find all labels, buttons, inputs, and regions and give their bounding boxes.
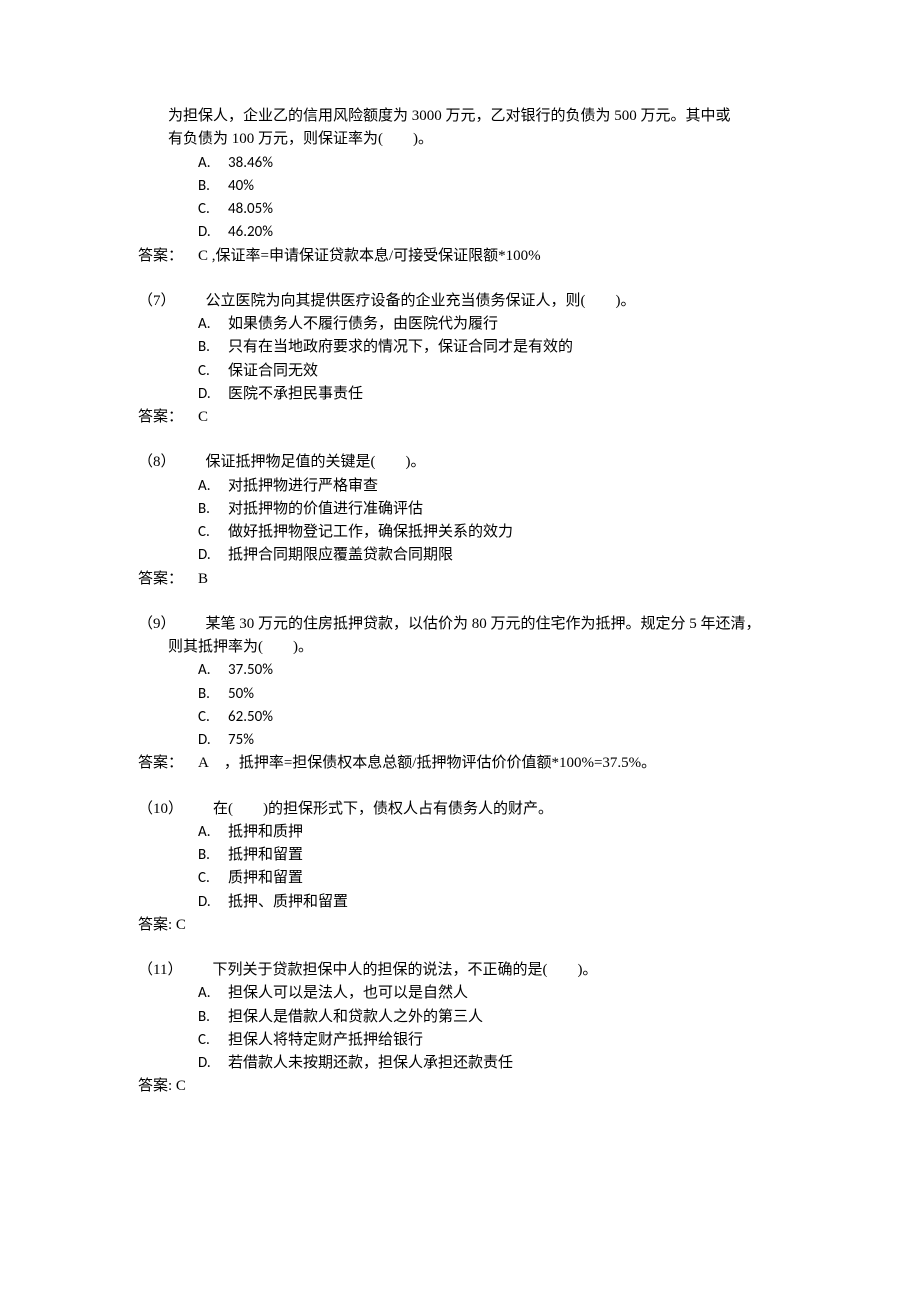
option-letter: B. [198,175,228,198]
option-letter: C. [198,198,228,221]
option-text: 抵押、质押和留置 [228,894,348,910]
option-letter: C. [198,1029,228,1052]
q7-option-b: B.只有在当地政府要求的情况下，保证合同才是有效的 [138,336,782,359]
q10-answer: 答案: C [138,914,782,937]
option-letter: A. [198,821,228,844]
option-text: 37.50% [228,661,273,679]
question-10: （10） 在( )的担保形式下，债权人占有债务人的财产。 A.抵押和质押 B.抵… [138,798,782,938]
option-text: 抵押和留置 [228,847,303,863]
q9-option-c: C.62.50% [138,706,782,729]
option-text: 抵押和质押 [228,824,303,840]
q7-prompt: （7） 公立医院为向其提供医疗设备的企业充当债务保证人，则( )。 [138,290,782,313]
q11-prompt: （11） 下列关于贷款担保中人的担保的说法，不正确的是( )。 [138,959,782,982]
option-letter: B. [198,844,228,867]
q9-option-b: B.50% [138,683,782,706]
q6-continuation-2: 有负债为 100 万元，则保证率为( )。 [138,128,782,151]
q10-option-a: A.抵押和质押 [138,821,782,844]
option-text: 50% [228,685,254,703]
option-letter: C. [198,706,228,729]
option-letter: B. [198,498,228,521]
question-11: （11） 下列关于贷款担保中人的担保的说法，不正确的是( )。 A.担保人可以是… [138,959,782,1099]
option-text: 如果债务人不履行债务，由医院代为履行 [228,316,498,332]
q11-option-d: D.若借款人未按期还款，担保人承担还款责任 [138,1052,782,1075]
q6-option-d: D.46.20% [138,221,782,244]
q8-option-a: A.对抵押物进行严格审查 [138,475,782,498]
option-letter: A. [198,982,228,1005]
option-letter: A. [198,152,228,175]
q9-option-a: A.37.50% [138,659,782,682]
option-text: 保证合同无效 [228,363,318,379]
q8-prompt: （8） 保证抵押物足值的关键是( )。 [138,451,782,474]
option-text: 做好抵押物登记工作，确保抵押关系的效力 [228,524,513,540]
option-text: 对抵押物的价值进行准确评估 [228,501,423,517]
q7-option-c: C.保证合同无效 [138,360,782,383]
q10-option-b: B.抵押和留置 [138,844,782,867]
q6-option-b: B.40% [138,175,782,198]
option-text: 40% [228,177,254,195]
option-text: 46.20% [228,223,273,241]
option-text: 对抵押物进行严格审查 [228,478,378,494]
option-text: 医院不承担民事责任 [228,386,363,402]
question-9: （9） 某笔 30 万元的住房抵押贷款，以估价为 80 万元的住宅作为抵押。规定… [138,613,782,776]
option-letter: D. [198,729,228,752]
q11-answer: 答案: C [138,1075,782,1098]
q11-option-b: B.担保人是借款人和贷款人之外的第三人 [138,1006,782,1029]
q6-continuation-1: 为担保人，企业乙的信用风险额度为 3000 万元，乙对银行的负债为 500 万元… [138,105,782,128]
option-letter: D. [198,1052,228,1075]
option-text: 质押和留置 [228,870,303,886]
option-text: 62.50% [228,708,273,726]
option-letter: D. [198,383,228,406]
q10-option-c: C.质押和留置 [138,867,782,890]
q8-option-b: B.对抵押物的价值进行准确评估 [138,498,782,521]
option-text: 48.05% [228,200,273,218]
option-text: 担保人可以是法人，也可以是自然人 [228,985,468,1001]
option-text: 只有在当地政府要求的情况下，保证合同才是有效的 [228,339,573,355]
option-letter: C. [198,867,228,890]
q8-option-d: D.抵押合同期限应覆盖贷款合同期限 [138,544,782,567]
q6-option-a: A.38.46% [138,152,782,175]
option-text: 若借款人未按期还款，担保人承担还款责任 [228,1055,513,1071]
q8-option-c: C.做好抵押物登记工作，确保抵押关系的效力 [138,521,782,544]
option-letter: D. [198,544,228,567]
q9-option-d: D.75% [138,729,782,752]
q6-answer: 答案： C ,保证率=申请保证贷款本息/可接受保证限额*100% [138,245,782,268]
option-letter: A. [198,475,228,498]
question-7: （7） 公立医院为向其提供医疗设备的企业充当债务保证人，则( )。 A.如果债务… [138,290,782,430]
option-letter: B. [198,336,228,359]
q6-option-c: C.48.05% [138,198,782,221]
option-letter: C. [198,360,228,383]
q8-answer: 答案： B [138,568,782,591]
q7-option-a: A.如果债务人不履行债务，由医院代为履行 [138,313,782,336]
option-letter: B. [198,1006,228,1029]
option-text: 75% [228,731,254,749]
q11-option-c: C.担保人将特定财产抵押给银行 [138,1029,782,1052]
option-letter: D. [198,891,228,914]
option-letter: C. [198,521,228,544]
option-letter: A. [198,313,228,336]
option-text: 担保人将特定财产抵押给银行 [228,1032,423,1048]
option-text: 抵押合同期限应覆盖贷款合同期限 [228,547,453,563]
option-text: 38.46% [228,154,273,172]
question-6: 为担保人，企业乙的信用风险额度为 3000 万元，乙对银行的负债为 500 万元… [138,105,782,268]
option-text: 担保人是借款人和贷款人之外的第三人 [228,1009,483,1025]
q9-prompt-2: 则其抵押率为( )。 [138,636,782,659]
option-letter: B. [198,683,228,706]
option-letter: A. [198,659,228,682]
q10-prompt: （10） 在( )的担保形式下，债权人占有债务人的财产。 [138,798,782,821]
option-letter: D. [198,221,228,244]
document-page: 为担保人，企业乙的信用风险额度为 3000 万元，乙对银行的负债为 500 万元… [0,0,920,1302]
q7-option-d: D.医院不承担民事责任 [138,383,782,406]
question-8: （8） 保证抵押物足值的关键是( )。 A.对抵押物进行严格审查 B.对抵押物的… [138,451,782,591]
q7-answer: 答案： C [138,406,782,429]
q11-option-a: A.担保人可以是法人，也可以是自然人 [138,982,782,1005]
q9-answer: 答案： A ，抵押率=担保债权本息总额/抵押物评估价价值额*100%=37.5%… [138,752,782,775]
q10-option-d: D.抵押、质押和留置 [138,891,782,914]
q9-prompt-1: （9） 某笔 30 万元的住房抵押贷款，以估价为 80 万元的住宅作为抵押。规定… [138,613,782,636]
